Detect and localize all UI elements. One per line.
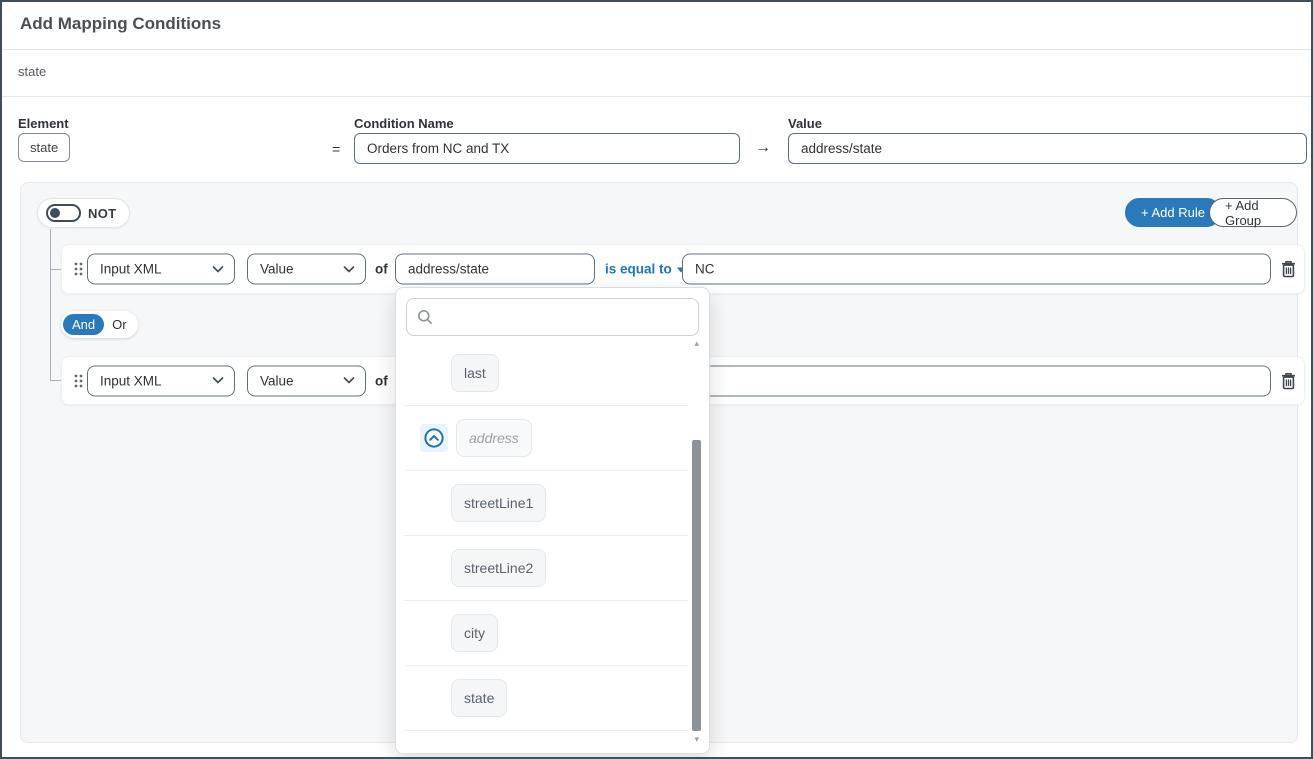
collapse-address-icon[interactable] xyxy=(420,424,448,452)
arrow-icon: → xyxy=(755,139,771,157)
scroll-up-icon[interactable]: ▴ xyxy=(694,338,699,349)
field-picker-dropdown: ▴ last address streetLine1 streetLine2 xyxy=(395,287,710,754)
of-label: of xyxy=(375,373,388,388)
field-chip-city[interactable]: city xyxy=(451,614,498,652)
equals-symbol: = xyxy=(332,141,340,157)
add-rule-button[interactable]: + Add Rule xyxy=(1125,198,1221,227)
delete-rule-icon[interactable] xyxy=(1281,372,1296,389)
or-button[interactable]: Or xyxy=(104,314,134,335)
operator-dropdown[interactable]: is equal to xyxy=(605,262,685,277)
not-toggle[interactable]: NOT xyxy=(37,198,130,228)
element-label: Element xyxy=(18,116,69,131)
add-group-button[interactable]: + Add Group xyxy=(1209,198,1297,227)
field-chip-streetline1[interactable]: streetLine1 xyxy=(451,484,546,522)
list-item: streetLine2 xyxy=(404,536,688,601)
source-select[interactable]: Input XML xyxy=(87,365,235,396)
chevron-down-icon xyxy=(212,377,224,385)
field-list: last address streetLine1 streetLine2 cit… xyxy=(404,341,688,731)
page-title: Add Mapping Conditions xyxy=(20,14,221,34)
list-item: last xyxy=(404,341,688,406)
field-search-input[interactable] xyxy=(441,309,688,325)
condition-name-input[interactable] xyxy=(354,133,740,164)
field-chip-last[interactable]: last xyxy=(451,354,499,392)
search-icon xyxy=(417,309,433,325)
chevron-down-icon xyxy=(343,377,355,385)
and-button[interactable]: And xyxy=(63,314,104,335)
list-item: streetLine1 xyxy=(404,471,688,536)
breadcrumb-bar: state xyxy=(2,50,1311,97)
value-input[interactable] xyxy=(788,133,1307,164)
chevron-down-icon xyxy=(343,265,355,273)
drag-handle-icon[interactable] xyxy=(74,262,83,276)
list-item: state xyxy=(404,666,688,731)
chevron-down-icon xyxy=(212,265,224,273)
source-select[interactable]: Input XML xyxy=(87,254,235,285)
delete-rule-icon[interactable] xyxy=(1281,261,1296,278)
field-type-select[interactable]: Value xyxy=(247,254,366,285)
not-toggle-label: NOT xyxy=(88,206,116,221)
comparison-value-input[interactable] xyxy=(682,365,1271,396)
drag-handle-icon[interactable] xyxy=(74,374,83,388)
conjunction-toggle: And Or xyxy=(61,311,138,338)
field-type-select[interactable]: Value xyxy=(247,365,366,396)
scrollbar-thumb[interactable] xyxy=(692,440,701,731)
field-chip-address[interactable]: address xyxy=(456,419,532,457)
field-chip-streetline2[interactable]: streetLine2 xyxy=(451,549,546,587)
of-label: of xyxy=(375,262,388,277)
field-chip-state[interactable]: state xyxy=(451,679,507,717)
connector-line xyxy=(50,229,51,381)
comparison-value-input[interactable] xyxy=(682,254,1271,285)
field-search-box[interactable] xyxy=(406,298,699,336)
list-item: city xyxy=(404,601,688,666)
not-switch-icon[interactable] xyxy=(46,204,81,222)
path-input[interactable] xyxy=(395,254,595,285)
value-label: Value xyxy=(788,116,822,131)
list-item: address xyxy=(404,406,688,471)
add-mapping-conditions-dialog: Add Mapping Conditions state Element sta… xyxy=(0,0,1313,759)
scroll-down-icon[interactable]: ▾ xyxy=(694,734,699,745)
condition-name-label: Condition Name xyxy=(354,116,454,131)
element-value-chip: state xyxy=(18,133,70,162)
breadcrumb: state xyxy=(18,64,46,79)
dialog-header: Add Mapping Conditions xyxy=(2,2,1311,50)
